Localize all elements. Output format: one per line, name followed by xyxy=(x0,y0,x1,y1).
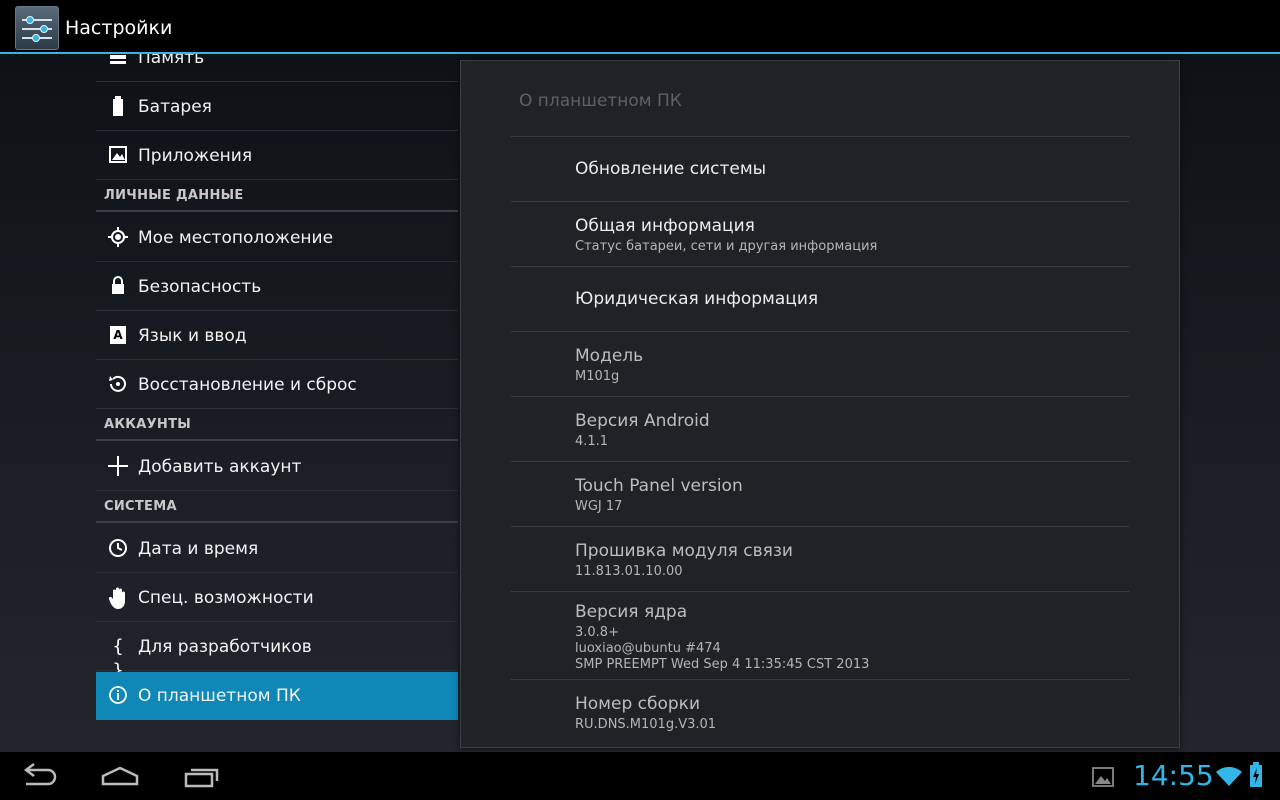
pref-title: Версия Android xyxy=(575,411,710,431)
pref-title: Юридическая информация xyxy=(575,289,819,309)
list-item-label: Батарея xyxy=(138,97,212,117)
list-item-apps[interactable]: Приложения xyxy=(96,132,458,180)
list-item-storage[interactable]: Память xyxy=(96,54,458,82)
list-item-label: Спец. возможности xyxy=(138,588,314,608)
pref-summary: RU.DNS.M101g.V3.01 xyxy=(575,717,717,732)
lock-icon xyxy=(106,275,130,299)
system-nav-bar: 14:55 xyxy=(0,752,1280,800)
clock-icon xyxy=(106,537,130,561)
battery-icon xyxy=(106,95,130,119)
battery-charging-icon xyxy=(1249,762,1263,792)
back-button[interactable] xyxy=(20,762,60,790)
list-item-label: Мое местоположение xyxy=(138,228,334,248)
pref-kernel-version: Версия ядра 3.0.8+ luoxiao@ubuntu #474 S… xyxy=(511,591,1129,680)
list-item-battery[interactable]: Батарея xyxy=(96,83,458,131)
section-header-label: СИСТЕМА xyxy=(104,499,177,514)
back-icon xyxy=(23,763,57,786)
location-icon xyxy=(106,226,130,250)
storage-icon xyxy=(106,54,130,70)
list-item-label: Память xyxy=(138,54,205,68)
list-item-add-account[interactable]: Добавить аккаунт xyxy=(96,443,458,491)
list-item-date-time[interactable]: Дата и время xyxy=(96,525,458,573)
section-header-accounts: АККАУНТЫ xyxy=(96,411,458,441)
settings-app-icon[interactable] xyxy=(15,6,59,50)
pref-legal-info[interactable]: Юридическая информация xyxy=(511,266,1129,332)
pref-title: Номер сборки xyxy=(575,694,701,714)
section-header-system: СИСТЕМА xyxy=(96,493,458,523)
pref-summary: 11.813.01.10.00 xyxy=(575,564,683,579)
wifi-icon xyxy=(1215,764,1243,792)
plus-icon xyxy=(106,455,130,479)
section-header-label: АККАУНТЫ xyxy=(104,417,192,432)
section-header-personal: ЛИЧНЫЕ ДАННЫЕ xyxy=(96,182,458,212)
list-item-label: Для разработчиков xyxy=(138,637,312,657)
recent-apps-button[interactable] xyxy=(182,762,222,790)
clock-time[interactable]: 14:55 xyxy=(1133,759,1214,792)
list-item-developer[interactable]: { } Для разработчиков xyxy=(96,623,458,681)
screenshot-notification-icon[interactable] xyxy=(1092,766,1114,792)
reset-icon xyxy=(106,373,130,397)
pref-model: Модель M101g xyxy=(511,331,1129,397)
pref-summary: M101g xyxy=(575,369,620,384)
pref-general-info[interactable]: Общая информация Статус батареи, сети и … xyxy=(511,201,1129,267)
list-item-reset[interactable]: Восстановление и сброс xyxy=(96,361,458,409)
main-area: Память Батарея Приложения ЛИЧНЫЕ ДАННЫЕ … xyxy=(0,54,1280,752)
pref-summary-line: luoxiao@ubuntu #474 xyxy=(575,641,721,656)
language-icon: A xyxy=(106,324,130,348)
pref-baseband-version: Прошивка модуля связи 11.813.01.10.00 xyxy=(511,526,1129,592)
pref-title: Версия ядра xyxy=(575,602,688,622)
info-icon xyxy=(106,684,130,708)
hand-icon xyxy=(106,586,130,610)
list-item-label: Приложения xyxy=(138,146,253,166)
pref-system-update[interactable]: Обновление системы xyxy=(511,136,1129,202)
pref-summary-line: 3.0.8+ xyxy=(575,625,619,640)
pref-summary: Статус батареи, сети и другая информация xyxy=(575,239,878,254)
pref-summary: WGJ 17 xyxy=(575,499,623,514)
apps-icon xyxy=(106,144,130,168)
section-header-label: ЛИЧНЫЕ ДАННЫЕ xyxy=(104,188,244,203)
list-item-accessibility[interactable]: Спец. возможности xyxy=(96,574,458,622)
pref-title: Обновление системы xyxy=(575,159,767,179)
list-item-label: Восстановление и сброс xyxy=(138,375,357,395)
list-item-label: Безопасность xyxy=(138,277,262,297)
pref-summary: 4.1.1 xyxy=(575,434,609,449)
pref-title: Общая информация xyxy=(575,216,755,236)
home-icon xyxy=(101,766,139,786)
pref-build-number[interactable]: Номер сборки RU.DNS.M101g.V3.01 xyxy=(511,679,1129,748)
pref-touch-panel-version: Touch Panel version WGJ 17 xyxy=(511,461,1129,527)
pref-summary-line: SMP PREEMPT Wed Sep 4 11:35:45 CST 2013 xyxy=(575,657,870,672)
action-bar: Настройки xyxy=(0,0,1280,54)
braces-icon: { } xyxy=(112,636,124,681)
list-item-label: Добавить аккаунт xyxy=(138,457,302,477)
pref-android-version[interactable]: Версия Android 4.1.1 xyxy=(511,396,1129,462)
pref-title: Touch Panel version xyxy=(575,476,743,496)
recent-apps-icon xyxy=(184,768,219,788)
settings-list[interactable]: Память Батарея Приложения ЛИЧНЫЕ ДАННЫЕ … xyxy=(96,54,458,752)
about-panel: О планшетном ПК Обновление системы Общая… xyxy=(460,60,1180,748)
list-item-label: О планшетном ПК xyxy=(138,686,301,706)
panel-title: О планшетном ПК xyxy=(519,91,682,111)
svg-text:A: A xyxy=(113,328,123,342)
list-item-label: Дата и время xyxy=(138,539,259,559)
pref-title: Модель xyxy=(575,346,644,366)
list-item-language[interactable]: A Язык и ввод xyxy=(96,312,458,360)
home-button[interactable] xyxy=(100,762,140,790)
list-item-about-tablet[interactable]: О планшетном ПК xyxy=(96,672,458,720)
app-title: Настройки xyxy=(65,17,173,39)
pref-title: Прошивка модуля связи xyxy=(575,541,793,561)
list-item-security[interactable]: Безопасность xyxy=(96,263,458,311)
list-item-location[interactable]: Мое местоположение xyxy=(96,214,458,262)
list-item-label: Язык и ввод xyxy=(138,326,247,346)
